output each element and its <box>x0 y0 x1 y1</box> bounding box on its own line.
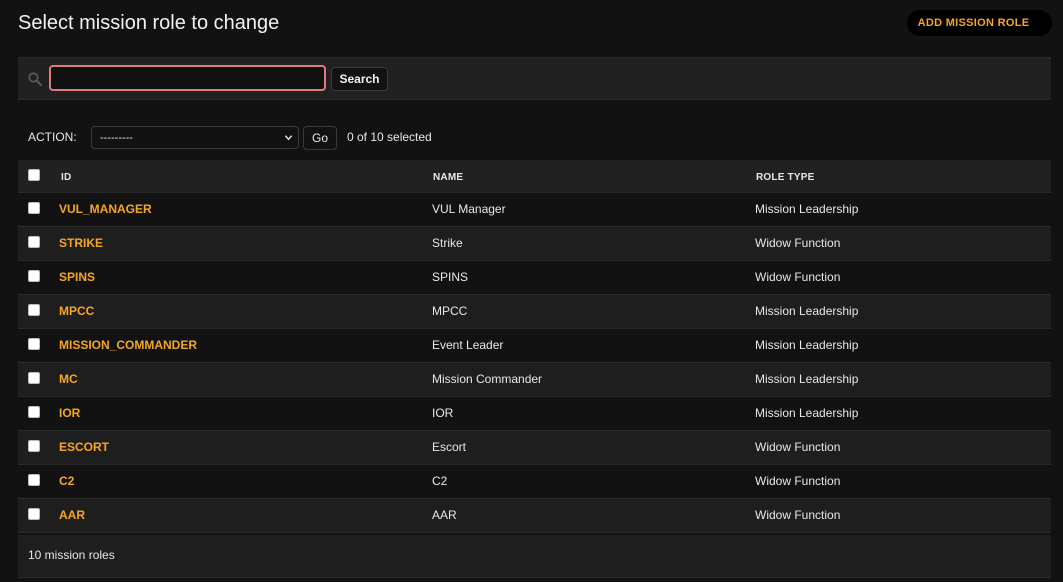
row-id-link[interactable]: MPCC <box>59 304 94 318</box>
go-button[interactable]: Go <box>303 126 337 150</box>
row-checkbox[interactable] <box>28 236 40 248</box>
row-role-type: Mission Leadership <box>755 372 859 386</box>
row-checkbox[interactable] <box>28 202 40 214</box>
row-id-link[interactable]: ESCORT <box>59 440 109 454</box>
row-id-link[interactable]: IOR <box>59 406 80 420</box>
row-checkbox[interactable] <box>28 406 40 418</box>
column-header-name[interactable]: NAME <box>433 172 463 183</box>
row-checkbox[interactable] <box>28 304 40 316</box>
row-id-link[interactable]: C2 <box>59 474 74 488</box>
table-row: MC Mission Commander Mission Leadership <box>18 363 1051 397</box>
table-row: IOR IOR Mission Leadership <box>18 397 1051 431</box>
result-count: 10 mission roles <box>28 548 115 562</box>
row-name: Event Leader <box>432 338 504 352</box>
row-checkbox[interactable] <box>28 508 40 520</box>
row-role-type: Widow Function <box>755 508 841 522</box>
results-footer: 10 mission roles <box>18 535 1051 578</box>
row-name: Strike <box>432 236 463 250</box>
row-checkbox[interactable] <box>28 270 40 282</box>
table-header: ID NAME ROLE TYPE <box>18 160 1051 193</box>
row-role-type: Widow Function <box>755 270 841 284</box>
table-row: AAR AAR Widow Function <box>18 499 1051 533</box>
row-name: MPCC <box>432 304 468 318</box>
row-name: C2 <box>432 474 448 488</box>
column-header-id[interactable]: ID <box>61 172 71 183</box>
row-name: SPINS <box>432 270 469 284</box>
table-row: VUL_MANAGER VUL Manager Mission Leadersh… <box>18 193 1051 227</box>
table-row: MISSION_COMMANDER Event Leader Mission L… <box>18 329 1051 363</box>
table-row: SPINS SPINS Widow Function <box>18 261 1051 295</box>
row-id-link[interactable]: SPINS <box>59 270 95 284</box>
row-name: Escort <box>432 440 467 454</box>
select-all-checkbox[interactable] <box>28 169 40 181</box>
search-button[interactable]: Search <box>331 67 388 91</box>
table-row: STRIKE Strike Widow Function <box>18 227 1051 261</box>
admin-changelist-page: Select mission role to change ADD MISSIO… <box>0 0 1063 582</box>
row-name: Mission Commander <box>432 372 543 386</box>
row-role-type: Widow Function <box>755 236 841 250</box>
row-checkbox[interactable] <box>28 338 40 350</box>
row-id-link[interactable]: MISSION_COMMANDER <box>59 338 197 352</box>
row-name: IOR <box>432 406 454 420</box>
add-mission-role-button[interactable]: ADD MISSION ROLE <box>907 10 1052 36</box>
row-checkbox[interactable] <box>28 372 40 384</box>
row-role-type: Widow Function <box>755 440 841 454</box>
chevron-down-icon <box>284 135 293 141</box>
action-select[interactable]: --------- <box>91 126 299 149</box>
table-row: MPCC MPCC Mission Leadership <box>18 295 1051 329</box>
row-role-type: Widow Function <box>755 474 841 488</box>
row-checkbox[interactable] <box>28 474 40 486</box>
row-role-type: Mission Leadership <box>755 202 859 216</box>
row-id-link[interactable]: STRIKE <box>59 236 103 250</box>
action-label: ACTION: <box>28 130 77 144</box>
table-row: C2 C2 Widow Function <box>18 465 1051 499</box>
row-role-type: Mission Leadership <box>755 338 859 352</box>
row-name: AAR <box>432 508 457 522</box>
row-role-type: Mission Leadership <box>755 304 859 318</box>
action-select-value: --------- <box>100 131 133 144</box>
selected-count: 0 of 10 selected <box>347 130 432 144</box>
row-role-type: Mission Leadership <box>755 406 859 420</box>
search-icon <box>28 72 42 86</box>
row-id-link[interactable]: VUL_MANAGER <box>59 202 152 216</box>
column-header-role-type[interactable]: ROLE TYPE <box>756 172 814 183</box>
search-toolbar: Search <box>18 57 1051 100</box>
search-input[interactable] <box>49 65 326 91</box>
row-checkbox[interactable] <box>28 440 40 452</box>
row-name: VUL Manager <box>432 202 506 216</box>
row-id-link[interactable]: MC <box>59 372 78 386</box>
page-title: Select mission role to change <box>18 12 280 34</box>
results-table: ID NAME ROLE TYPE VUL_MANAGER VUL Manage… <box>18 160 1051 533</box>
row-id-link[interactable]: AAR <box>59 508 85 522</box>
table-row: ESCORT Escort Widow Function <box>18 431 1051 465</box>
